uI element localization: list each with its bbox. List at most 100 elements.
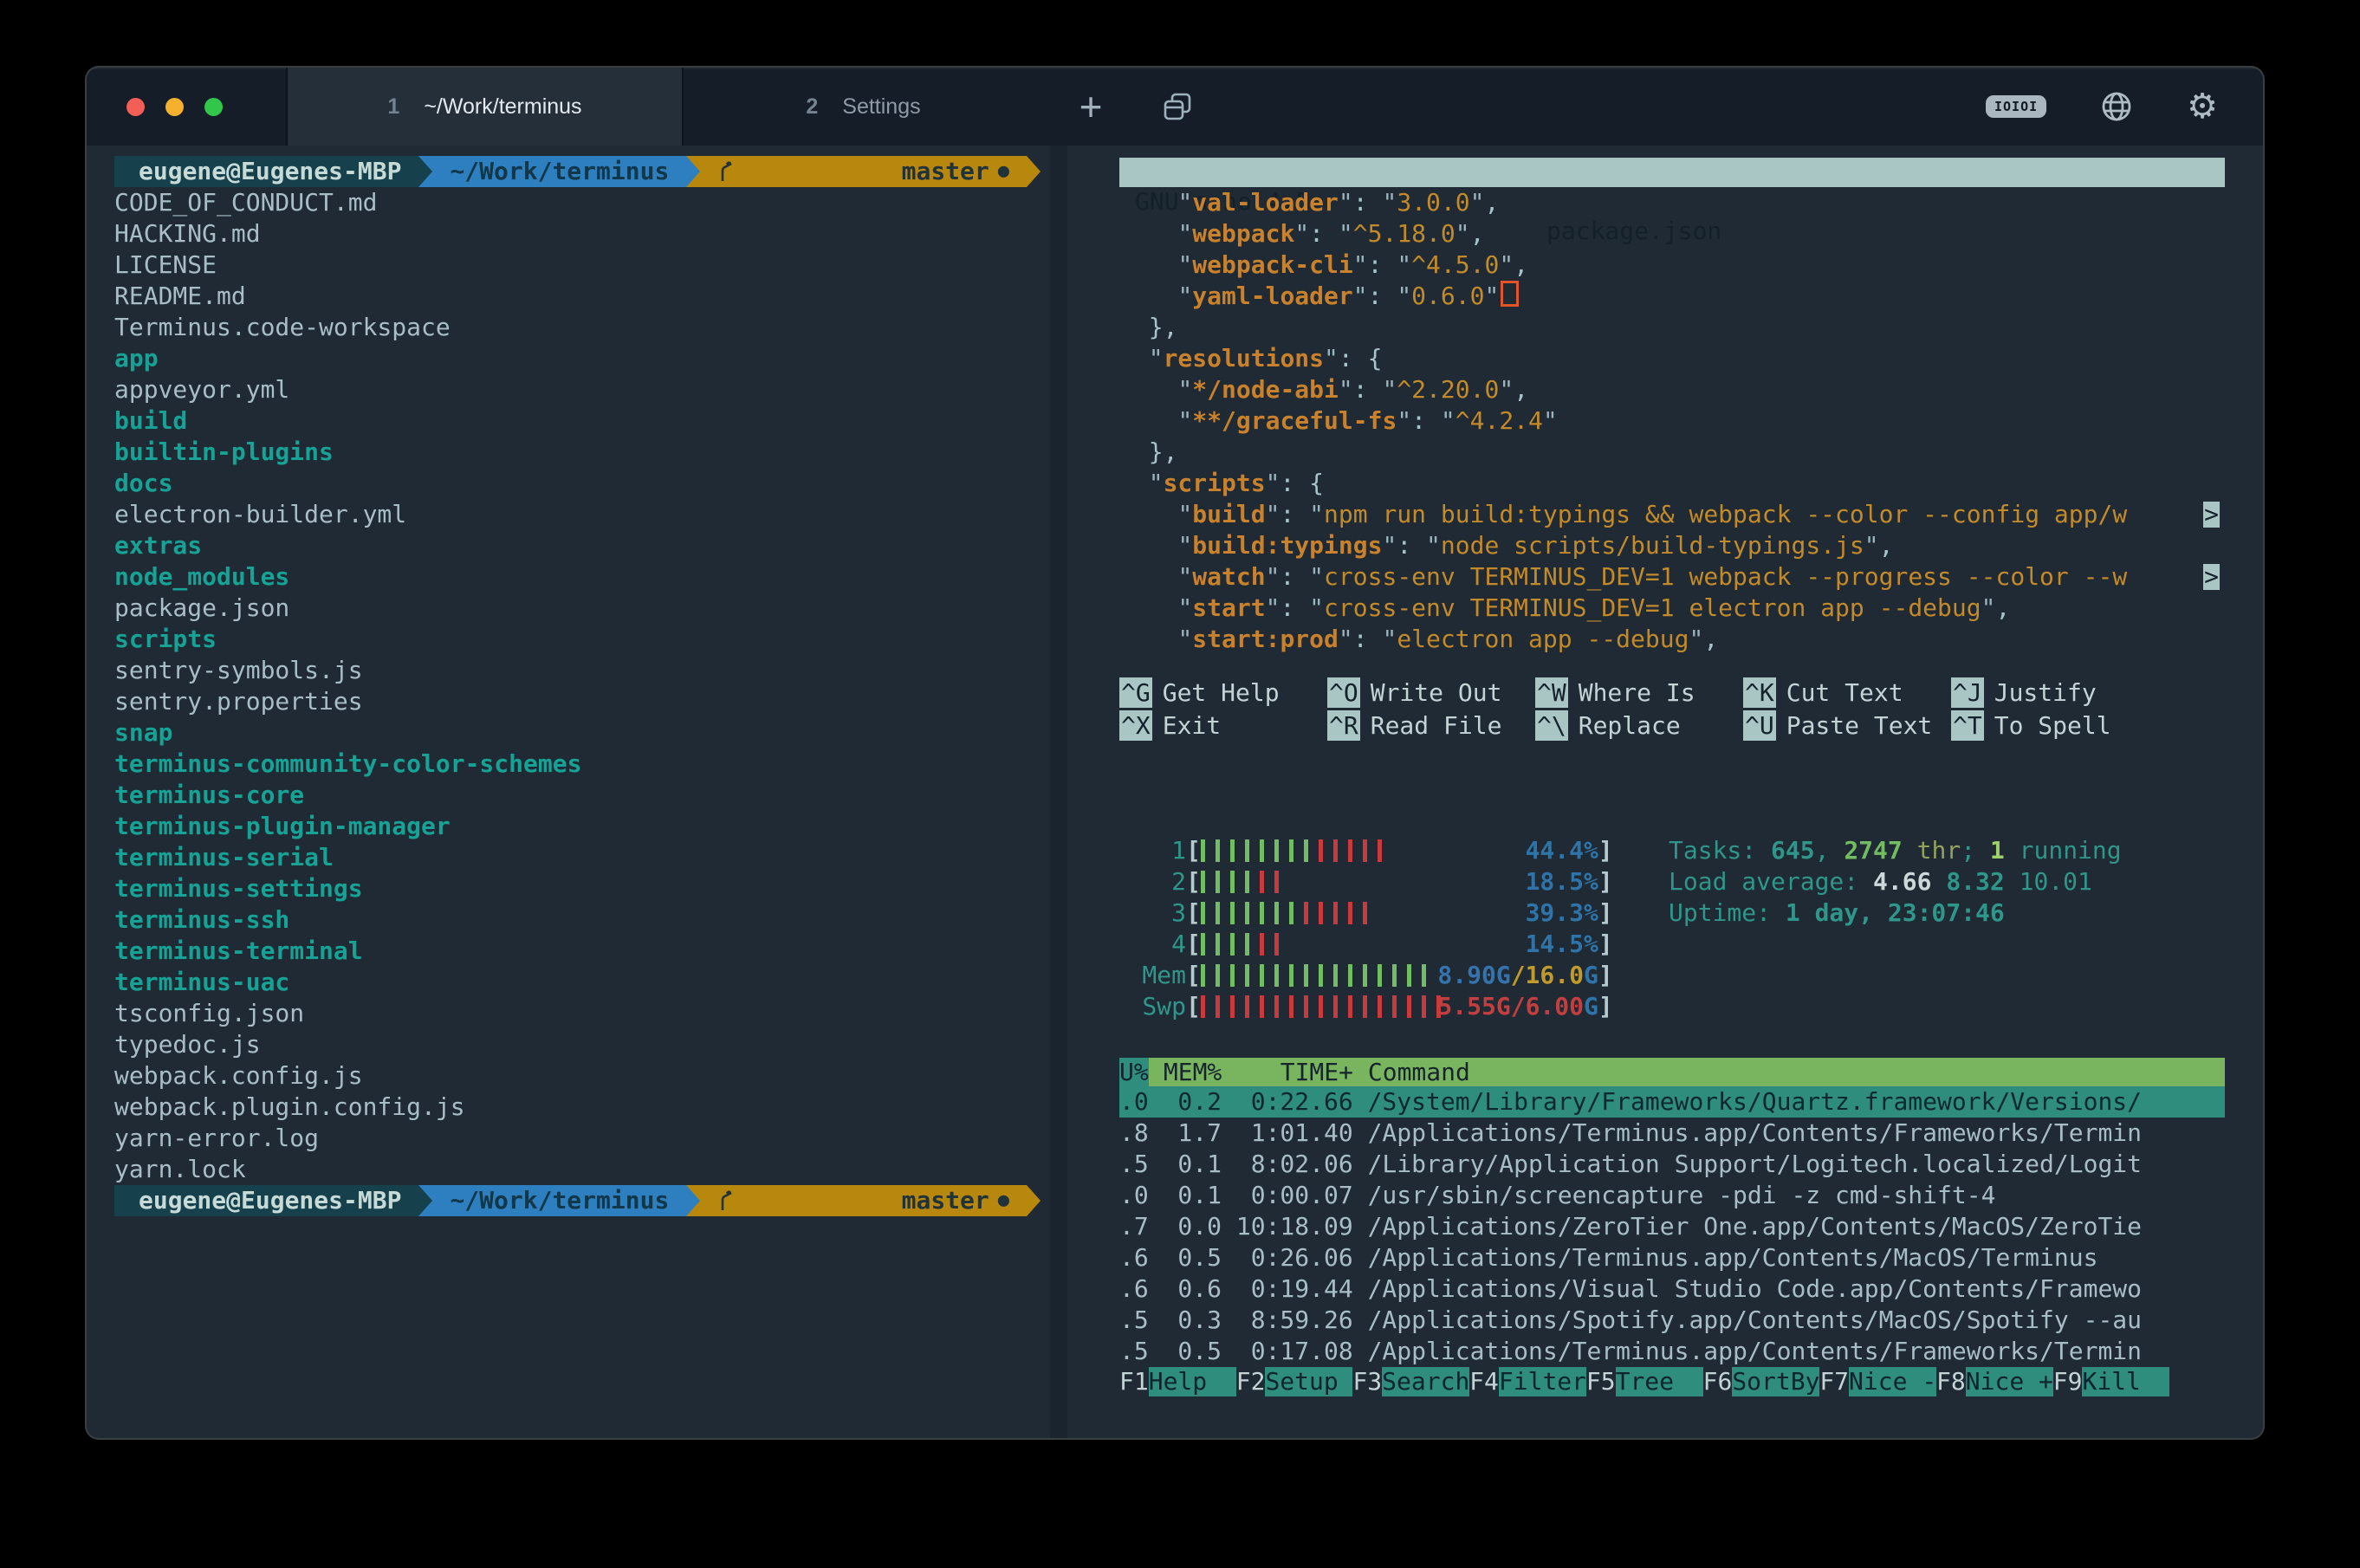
nano-editor-content: "val-loader": "3.0.0", "webpack": "^5.18… [1119,187,2225,655]
process-row[interactable]: .0 0.1 0:00.07 /usr/sbin/screencapture -… [1119,1180,2225,1211]
directory-name: terminus-community-color-schemes [114,749,581,778]
process-row[interactable]: .5 0.1 8:02.06 /Library/Application Supp… [1119,1149,2225,1180]
code-token: val-loader [1192,188,1339,217]
shell-pane[interactable]: eugene@Eugenes-MBP ~/Work/terminus maste… [87,146,1050,1438]
file-name: HACKING.md [114,219,261,248]
tab-settings[interactable]: 2 Settings [684,68,1043,146]
process-row[interactable]: .6 0.6 0:19.44 /Applications/Visual Stud… [1119,1273,2225,1305]
nano-shortcut: ^\Replace [1535,710,1743,741]
ls-entry: README.md [114,281,1050,312]
file-name: sentry.properties [114,687,363,716]
fkey-number: F5 [1586,1367,1616,1396]
ls-entry: extras [114,530,1050,561]
meter-bar [1333,839,1338,862]
directory-name: terminus-settings [114,874,363,903]
code-token: , [1879,531,1894,560]
pane-divider[interactable] [1050,146,1067,1438]
code-token: build [1192,500,1265,528]
new-tab-button[interactable]: + [1043,68,1138,146]
meter-bar [1230,871,1235,893]
code-token: : [1280,500,1309,528]
directory-name: terminus-terminal [114,936,363,965]
code-token: : { [1280,469,1324,497]
fkey-label: Filter [1499,1367,1586,1396]
code-token: " [1177,250,1192,279]
meter-bar [1260,871,1264,893]
meter-2: 2[18.5%] [1142,866,1613,897]
zoom-button[interactable] [204,98,223,116]
directory-name: docs [114,469,172,497]
nano-code-line: "start": "cross-env TERMINUS_DEV=1 elect… [1119,593,2225,624]
traffic-lights [87,68,286,146]
shortcut-label: Replace [1579,711,1681,740]
editor-monitor-pane[interactable]: GNU nano 4.5 package.json "val-loader": … [1119,146,2225,1438]
process-row[interactable]: .5 0.3 8:59.26 /Applications/Spotify.app… [1119,1305,2225,1336]
nano-code-line: "yaml-loader": "0.6.0" [1119,281,2225,312]
htop-info-line: Uptime: 1 day, 23:07:46 [1669,897,2122,929]
shortcut-label: Justify [1994,678,2097,707]
code-token: cross-env TERMINUS_DEV=1 electron app --… [1324,593,1981,622]
code-token: , [1514,375,1528,404]
code-token [1119,625,1177,653]
prompt-git-segment: master ● [700,1185,1027,1216]
tab-terminal[interactable]: 1 ~/Work/terminus [286,68,684,146]
code-token: : [1397,531,1426,560]
globe-icon[interactable] [2100,90,2133,123]
fkey-F7: F7Nice - [1819,1367,1936,1396]
code-token [1119,562,1177,591]
ls-entry: yarn-error.log [114,1123,1050,1154]
meter-bar [1216,871,1220,893]
git-branch-icon [717,146,892,246]
table-column-headers: MEM% TIME+ Command [1149,1058,2225,1086]
meter-bar [1260,995,1264,1018]
close-button[interactable] [126,98,145,116]
code-token: resolutions [1164,344,1324,373]
code-token: " [1470,188,1485,217]
code-token: : [1411,406,1441,435]
process-row[interactable]: .8 1.7 1:01.40 /Applications/Terminus.ap… [1119,1118,2225,1149]
meter-bar [1201,839,1205,862]
code-token: " [1397,250,1411,279]
process-row[interactable]: .7 0.0 10:18.09 /Applications/ZeroTier O… [1119,1211,2225,1242]
htop-summary: Tasks: 645, 2747 thr; 1 runningLoad aver… [1669,835,2122,929]
plus-icon: + [1080,83,1103,130]
code-token: , [1995,593,2010,622]
meter-bar [1304,964,1308,987]
ls-entry: typedoc.js [114,1029,1050,1060]
code-token: " [1177,531,1192,560]
meter-bracket: [ [1186,960,1201,991]
info-part: 4.66 [1873,867,1931,896]
powerline-arrow [1027,156,1041,187]
meter-bar [1378,995,1382,1018]
nano-shortcut: ^TTo Spell [1951,710,2159,741]
meter-label: Mem [1142,960,1186,991]
meter-bar [1378,839,1382,862]
meter-bar [1216,995,1220,1018]
meter-bar [1407,995,1411,1018]
process-row[interactable]: .5 0.5 0:17.08 /Applications/Terminus.ap… [1119,1336,2225,1367]
code-token: start [1192,593,1265,622]
ls-entry: sentry.properties [114,686,1050,717]
meter-bar [1392,964,1397,987]
shortcut-key: ^W [1535,677,1568,708]
process-row[interactable]: .6 0.5 0:26.06 /Applications/Terminus.ap… [1119,1242,2225,1273]
process-row-selected[interactable]: .0 0.2 0:22.66 /System/Library/Framework… [1119,1086,2225,1118]
meter-bar [1274,964,1279,987]
code-token: " [1177,282,1192,310]
code-token: " [1543,406,1558,435]
serial-keyboard-icon[interactable]: IOIOI [1986,95,2046,118]
info-part: 1 [1990,836,2005,865]
gear-icon[interactable]: ⚙ [2187,87,2218,126]
meter-bar [1216,933,1220,956]
process-table-header[interactable]: U% MEM% TIME+ Command [1119,1058,2225,1086]
split-pane-button[interactable] [1138,68,1216,146]
code-token: " [1382,375,1397,404]
fkey-label: Nice + [1966,1367,2053,1396]
meter-bar [1230,902,1235,924]
sort-column-header[interactable]: U% [1119,1058,1149,1086]
ls-entry: LICENSE [114,249,1050,281]
minimize-button[interactable] [165,98,184,116]
nano-shortcut: ^KCut Text [1743,677,1951,708]
code-token: " [1177,188,1192,217]
shortcut-label: Where Is [1579,678,1695,707]
